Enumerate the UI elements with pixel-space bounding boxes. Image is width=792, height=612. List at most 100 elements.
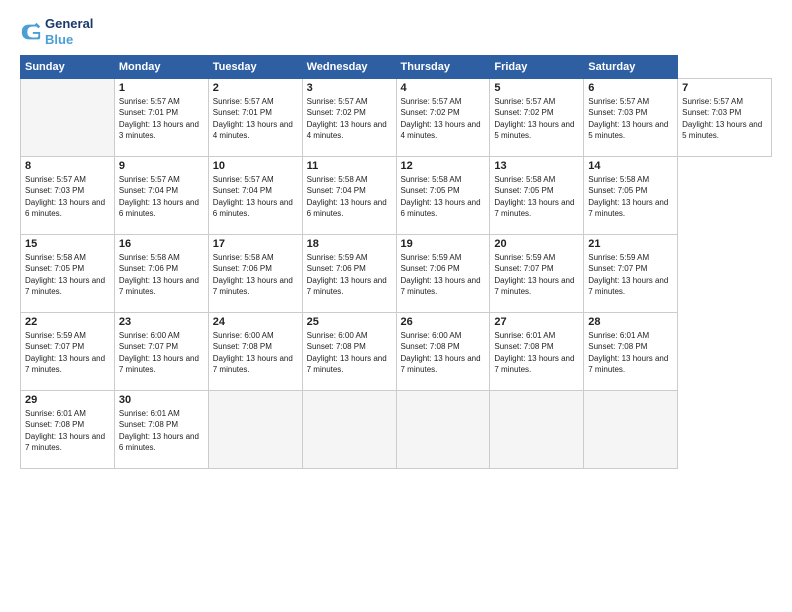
day-number: 28 (588, 316, 673, 328)
day-number: 19 (401, 238, 486, 250)
day-cell-21: 21 Sunrise: 5:59 AM Sunset: 7:07 PM Dayl… (584, 235, 678, 313)
day-info: Sunrise: 5:58 AM Sunset: 7:05 PM Dayligh… (401, 174, 486, 219)
col-wednesday: Wednesday (302, 56, 396, 79)
day-info: Sunrise: 5:57 AM Sunset: 7:04 PM Dayligh… (119, 174, 204, 219)
day-number: 8 (25, 160, 110, 172)
day-number: 17 (213, 238, 298, 250)
day-cell-9: 9 Sunrise: 5:57 AM Sunset: 7:04 PM Dayli… (114, 157, 208, 235)
day-number: 15 (25, 238, 110, 250)
header: General Blue (20, 16, 772, 47)
empty-cell (396, 391, 490, 469)
day-cell-2: 2 Sunrise: 5:57 AM Sunset: 7:01 PM Dayli… (208, 79, 302, 157)
day-info: Sunrise: 5:58 AM Sunset: 7:04 PM Dayligh… (307, 174, 392, 219)
day-number: 23 (119, 316, 204, 328)
empty-cell (208, 391, 302, 469)
day-info: Sunrise: 6:01 AM Sunset: 7:08 PM Dayligh… (119, 408, 204, 453)
col-friday: Friday (490, 56, 584, 79)
day-info: Sunrise: 5:57 AM Sunset: 7:04 PM Dayligh… (213, 174, 298, 219)
day-number: 13 (494, 160, 579, 172)
day-info: Sunrise: 5:58 AM Sunset: 7:05 PM Dayligh… (588, 174, 673, 219)
empty-cell (584, 391, 678, 469)
day-cell-29: 29 Sunrise: 6:01 AM Sunset: 7:08 PM Dayl… (21, 391, 115, 469)
day-cell-19: 19 Sunrise: 5:59 AM Sunset: 7:06 PM Dayl… (396, 235, 490, 313)
day-cell-8: 8 Sunrise: 5:57 AM Sunset: 7:03 PM Dayli… (21, 157, 115, 235)
day-cell-20: 20 Sunrise: 5:59 AM Sunset: 7:07 PM Dayl… (490, 235, 584, 313)
day-info: Sunrise: 5:57 AM Sunset: 7:03 PM Dayligh… (588, 96, 673, 141)
day-cell-6: 6 Sunrise: 5:57 AM Sunset: 7:03 PM Dayli… (584, 79, 678, 157)
day-cell-28: 28 Sunrise: 6:01 AM Sunset: 7:08 PM Dayl… (584, 313, 678, 391)
day-info: Sunrise: 5:57 AM Sunset: 7:01 PM Dayligh… (119, 96, 204, 141)
day-info: Sunrise: 6:00 AM Sunset: 7:08 PM Dayligh… (307, 330, 392, 375)
day-cell-7: 7 Sunrise: 5:57 AM Sunset: 7:03 PM Dayli… (678, 79, 772, 157)
day-number: 22 (25, 316, 110, 328)
day-info: Sunrise: 5:57 AM Sunset: 7:02 PM Dayligh… (401, 96, 486, 141)
day-number: 14 (588, 160, 673, 172)
day-info: Sunrise: 6:01 AM Sunset: 7:08 PM Dayligh… (494, 330, 579, 375)
day-number: 21 (588, 238, 673, 250)
day-info: Sunrise: 5:57 AM Sunset: 7:03 PM Dayligh… (25, 174, 110, 219)
page: General Blue Sunday Monday Tuesday Wedne… (0, 0, 792, 612)
day-number: 3 (307, 82, 392, 94)
col-monday: Monday (114, 56, 208, 79)
day-info: Sunrise: 5:57 AM Sunset: 7:02 PM Dayligh… (307, 96, 392, 141)
day-info: Sunrise: 5:58 AM Sunset: 7:06 PM Dayligh… (119, 252, 204, 297)
day-number: 9 (119, 160, 204, 172)
day-cell-23: 23 Sunrise: 6:00 AM Sunset: 7:07 PM Dayl… (114, 313, 208, 391)
day-number: 11 (307, 160, 392, 172)
week-row-1: 8 Sunrise: 5:57 AM Sunset: 7:03 PM Dayli… (21, 157, 772, 235)
day-info: Sunrise: 6:00 AM Sunset: 7:08 PM Dayligh… (213, 330, 298, 375)
day-number: 18 (307, 238, 392, 250)
col-saturday: Saturday (584, 56, 678, 79)
day-info: Sunrise: 6:01 AM Sunset: 7:08 PM Dayligh… (25, 408, 110, 453)
logo-text: General Blue (45, 16, 93, 47)
day-cell-16: 16 Sunrise: 5:58 AM Sunset: 7:06 PM Dayl… (114, 235, 208, 313)
empty-cell (490, 391, 584, 469)
day-number: 12 (401, 160, 486, 172)
day-info: Sunrise: 5:57 AM Sunset: 7:03 PM Dayligh… (682, 96, 767, 141)
empty-cell (21, 79, 115, 157)
day-number: 30 (119, 394, 204, 406)
header-row: Sunday Monday Tuesday Wednesday Thursday… (21, 56, 772, 79)
day-info: Sunrise: 5:57 AM Sunset: 7:02 PM Dayligh… (494, 96, 579, 141)
day-info: Sunrise: 5:58 AM Sunset: 7:05 PM Dayligh… (25, 252, 110, 297)
day-cell-24: 24 Sunrise: 6:00 AM Sunset: 7:08 PM Dayl… (208, 313, 302, 391)
week-row-3: 22 Sunrise: 5:59 AM Sunset: 7:07 PM Dayl… (21, 313, 772, 391)
day-info: Sunrise: 5:59 AM Sunset: 7:06 PM Dayligh… (307, 252, 392, 297)
day-cell-10: 10 Sunrise: 5:57 AM Sunset: 7:04 PM Dayl… (208, 157, 302, 235)
day-cell-13: 13 Sunrise: 5:58 AM Sunset: 7:05 PM Dayl… (490, 157, 584, 235)
day-info: Sunrise: 5:59 AM Sunset: 7:07 PM Dayligh… (494, 252, 579, 297)
day-number: 4 (401, 82, 486, 94)
day-number: 7 (682, 82, 767, 94)
logo-icon (20, 21, 42, 43)
day-cell-22: 22 Sunrise: 5:59 AM Sunset: 7:07 PM Dayl… (21, 313, 115, 391)
day-cell-30: 30 Sunrise: 6:01 AM Sunset: 7:08 PM Dayl… (114, 391, 208, 469)
day-info: Sunrise: 6:00 AM Sunset: 7:07 PM Dayligh… (119, 330, 204, 375)
day-cell-26: 26 Sunrise: 6:00 AM Sunset: 7:08 PM Dayl… (396, 313, 490, 391)
day-number: 1 (119, 82, 204, 94)
day-cell-15: 15 Sunrise: 5:58 AM Sunset: 7:05 PM Dayl… (21, 235, 115, 313)
calendar-table: Sunday Monday Tuesday Wednesday Thursday… (20, 55, 772, 469)
day-cell-1: 1 Sunrise: 5:57 AM Sunset: 7:01 PM Dayli… (114, 79, 208, 157)
day-cell-3: 3 Sunrise: 5:57 AM Sunset: 7:02 PM Dayli… (302, 79, 396, 157)
day-number: 2 (213, 82, 298, 94)
day-info: Sunrise: 6:01 AM Sunset: 7:08 PM Dayligh… (588, 330, 673, 375)
logo: General Blue (20, 16, 93, 47)
day-number: 27 (494, 316, 579, 328)
day-info: Sunrise: 5:58 AM Sunset: 7:06 PM Dayligh… (213, 252, 298, 297)
week-row-0: 1 Sunrise: 5:57 AM Sunset: 7:01 PM Dayli… (21, 79, 772, 157)
day-info: Sunrise: 5:57 AM Sunset: 7:01 PM Dayligh… (213, 96, 298, 141)
col-tuesday: Tuesday (208, 56, 302, 79)
week-row-4: 29 Sunrise: 6:01 AM Sunset: 7:08 PM Dayl… (21, 391, 772, 469)
day-info: Sunrise: 5:59 AM Sunset: 7:06 PM Dayligh… (401, 252, 486, 297)
empty-cell (302, 391, 396, 469)
day-info: Sunrise: 5:59 AM Sunset: 7:07 PM Dayligh… (588, 252, 673, 297)
day-cell-18: 18 Sunrise: 5:59 AM Sunset: 7:06 PM Dayl… (302, 235, 396, 313)
day-number: 10 (213, 160, 298, 172)
day-number: 20 (494, 238, 579, 250)
day-info: Sunrise: 5:59 AM Sunset: 7:07 PM Dayligh… (25, 330, 110, 375)
day-number: 25 (307, 316, 392, 328)
day-info: Sunrise: 5:58 AM Sunset: 7:05 PM Dayligh… (494, 174, 579, 219)
day-cell-17: 17 Sunrise: 5:58 AM Sunset: 7:06 PM Dayl… (208, 235, 302, 313)
day-number: 24 (213, 316, 298, 328)
day-number: 6 (588, 82, 673, 94)
